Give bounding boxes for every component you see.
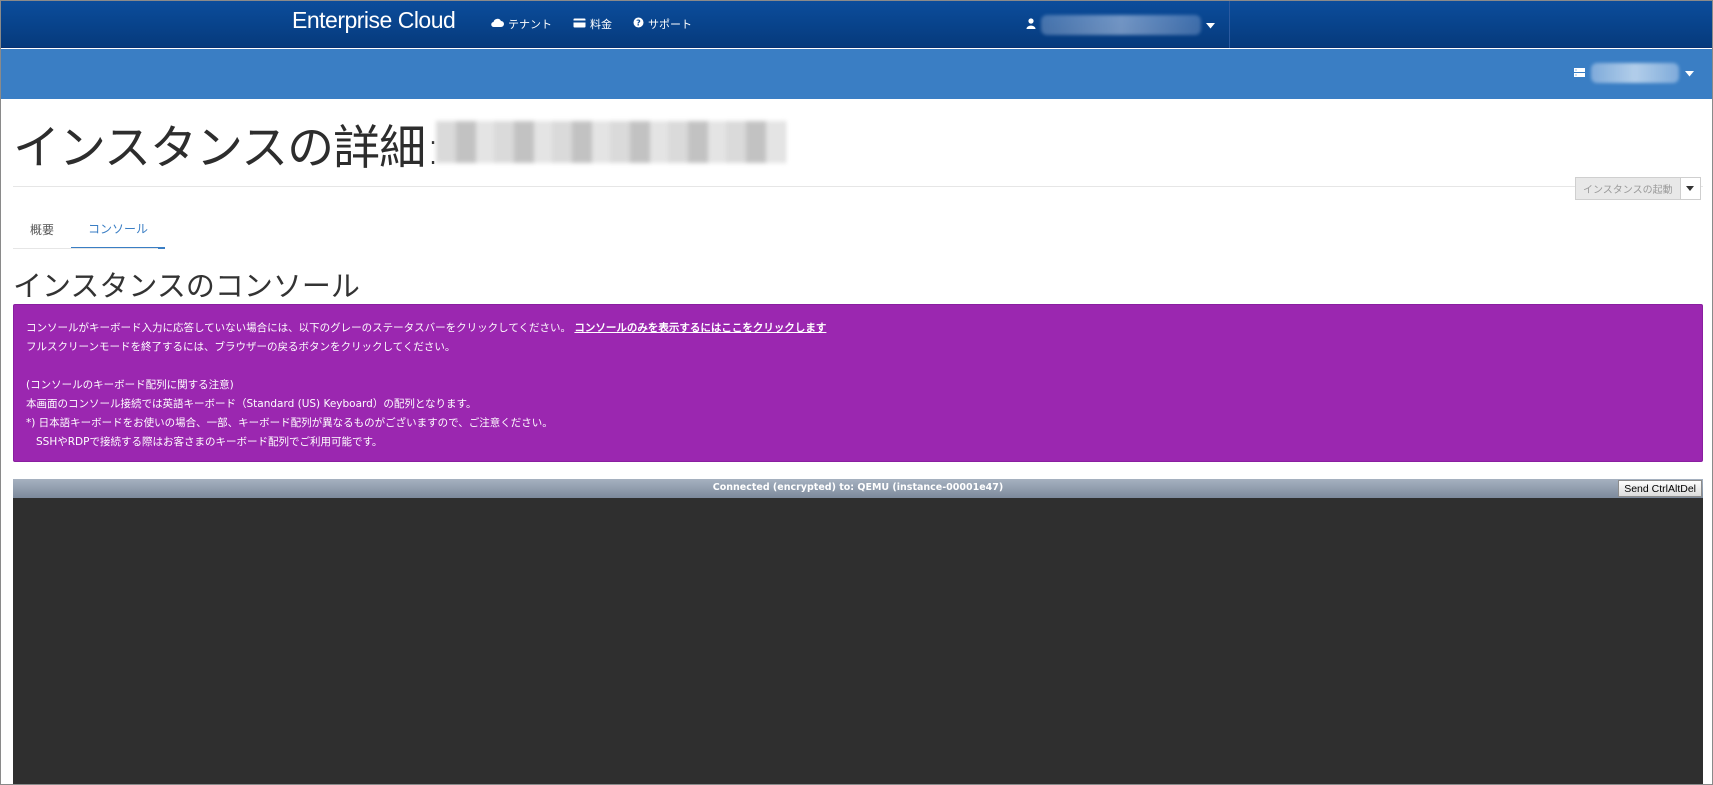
chevron-down-icon <box>1206 19 1215 32</box>
header-divider <box>13 186 1703 187</box>
instance-actions: インスタンスの起動 <box>1575 177 1701 200</box>
launch-instance-button[interactable]: インスタンスの起動 <box>1575 177 1681 200</box>
instance-name-redacted <box>436 121 786 163</box>
navbar-divider <box>1229 1 1230 48</box>
question-circle-icon: ? <box>633 17 644 31</box>
tab-overview[interactable]: 概要 <box>13 209 71 249</box>
project-bar <box>1 49 1712 99</box>
alert-line-2: フルスクリーンモードを終了するには、ブラウザーの戻るボタンをクリックしてください… <box>26 341 456 353</box>
instance-tabs: 概要 コンソール <box>13 209 166 249</box>
user-icon <box>1026 18 1036 32</box>
vnc-console[interactable]: Connected (encrypted) to: QEMU (instance… <box>13 479 1703 784</box>
nav-billing[interactable]: 料金 <box>573 16 612 32</box>
server-icon <box>1574 67 1585 80</box>
alert-line-6: SSHやRDPで接続する際はお客さまのキーボード配列でご利用可能です。 <box>26 433 1690 452</box>
alert-line-1: コンソールがキーボード入力に応答していない場合には、以下のグレーのステータスバー… <box>26 319 1690 338</box>
nav-billing-label: 料金 <box>590 18 612 31</box>
page-title: インスタンスの詳細: <box>13 121 441 176</box>
send-ctrl-alt-del-button[interactable]: Send CtrlAltDel <box>1618 480 1702 497</box>
console-only-link[interactable]: コンソールのみを表示するにはここをクリックします <box>574 322 826 334</box>
credit-card-icon <box>573 18 586 31</box>
tabs-divider <box>13 248 158 249</box>
brand-logo[interactable]: Enterprise Cloud <box>292 7 456 34</box>
alert-text-6: SSHやRDPで接続する際はお客さまのキーボード配列でご利用可能です。 <box>36 436 383 448</box>
svg-text:?: ? <box>636 19 641 28</box>
section-title: インスタンスのコンソール <box>13 269 360 303</box>
alert-line-3: (コンソールのキーボード配列に関する注意) <box>26 379 234 391</box>
chevron-down-icon <box>1685 67 1694 80</box>
alert-line-5: *) 日本語キーボードをお使いの場合、一部、キーボード配列が異なるものがございま… <box>26 417 553 429</box>
nav-tenant[interactable]: テナント <box>491 16 552 32</box>
project-selector[interactable] <box>1574 63 1694 83</box>
nav-support[interactable]: ? サポート <box>633 16 692 32</box>
user-name-redacted <box>1041 15 1201 35</box>
tab-console[interactable]: コンソール <box>71 209 166 249</box>
console-status-text: Connected (encrypted) to: QEMU (instance… <box>712 482 1004 493</box>
nav-support-label: サポート <box>648 18 692 31</box>
console-status-bar[interactable]: Connected (encrypted) to: QEMU (instance… <box>13 479 1703 498</box>
caret-down-icon <box>1686 184 1695 194</box>
user-menu[interactable] <box>1026 15 1215 35</box>
actions-dropdown-toggle[interactable] <box>1680 177 1701 200</box>
project-name-redacted <box>1591 63 1679 83</box>
cloud-icon <box>491 18 504 31</box>
top-navbar: Enterprise Cloud テナント 料金 ? サポート <box>1 1 1712 48</box>
alert-text-1: コンソールがキーボード入力に応答していない場合には、以下のグレーのステータスバー… <box>26 322 572 334</box>
browser-viewport: Enterprise Cloud テナント 料金 ? サポート インスタンスの詳… <box>0 0 1713 785</box>
console-screen[interactable] <box>13 498 1703 784</box>
console-info-alert: コンソールがキーボード入力に応答していない場合には、以下のグレーのステータスバー… <box>13 304 1703 462</box>
alert-line-4: 本画面のコンソール接続では英語キーボード（Standard (US) Keybo… <box>26 398 477 410</box>
nav-tenant-label: テナント <box>508 18 552 31</box>
